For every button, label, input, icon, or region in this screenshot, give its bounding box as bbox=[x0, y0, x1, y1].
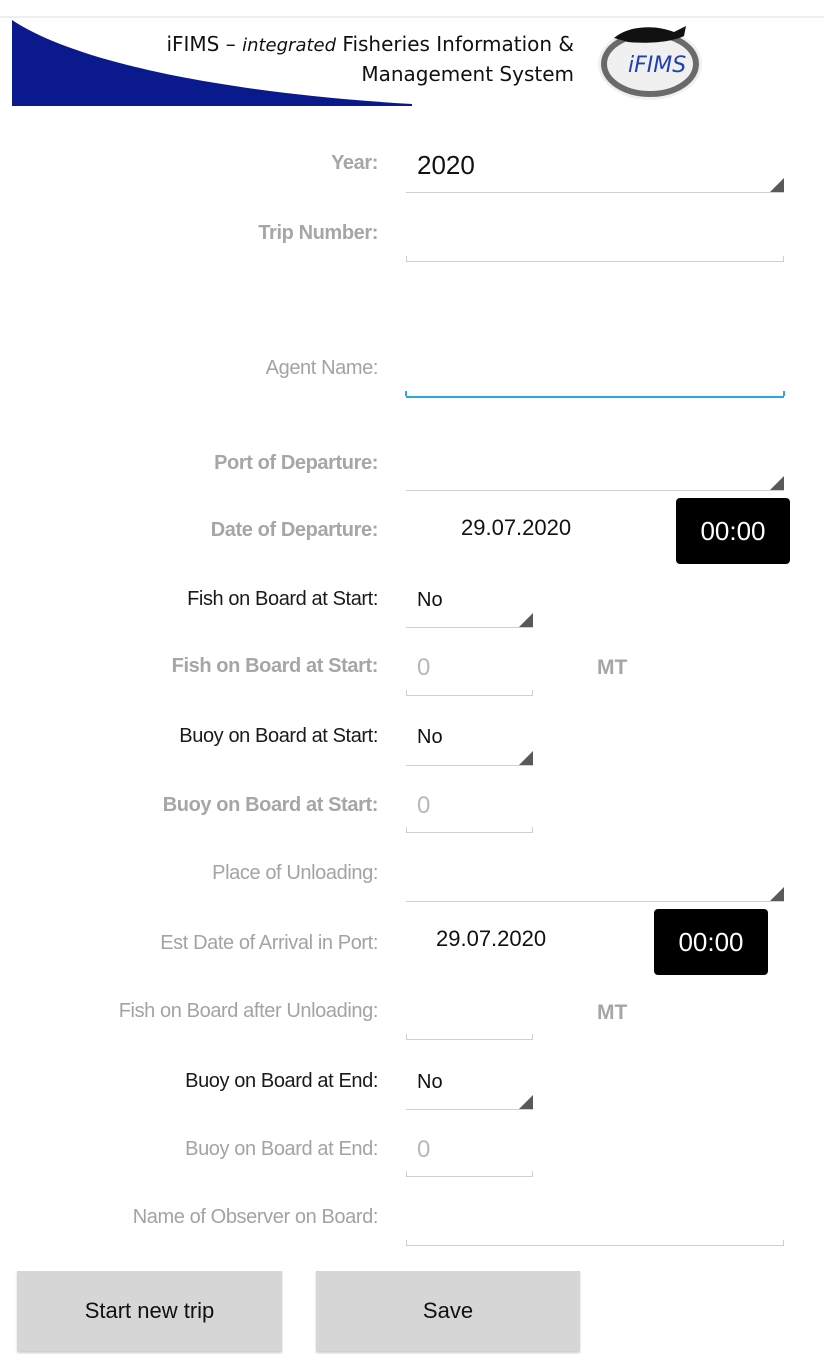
dropdown-arrow-icon bbox=[519, 751, 533, 765]
dropdown-arrow-icon bbox=[519, 613, 533, 627]
dropdown-arrow-icon bbox=[770, 476, 784, 490]
dropdown-arrow-icon bbox=[770, 887, 784, 901]
unloading-underline bbox=[406, 901, 784, 902]
est-arrival-label: Est Date of Arrival in Port: bbox=[160, 932, 378, 954]
qty-underline bbox=[406, 1176, 533, 1177]
field-tick bbox=[406, 690, 407, 695]
field-tick bbox=[406, 827, 407, 832]
buoy-qty-placeholder: 0 bbox=[417, 792, 431, 819]
buoy-end-qty-placeholder: 0 bbox=[417, 1136, 431, 1163]
date-of-departure-label: Date of Departure: bbox=[210, 519, 379, 541]
port-of-departure-label: Port of Departure: bbox=[214, 452, 378, 474]
buoy-on-board-start-qty-label: Buoy on Board at Start: bbox=[162, 794, 379, 816]
agent-name-underline-focused bbox=[406, 396, 784, 398]
dropdown-arrow-icon bbox=[519, 1095, 533, 1109]
svg-text:iFIMS: iFIMS bbox=[628, 53, 686, 78]
app-banner: iFIMS – integrated Fisheries Information… bbox=[12, 20, 744, 106]
year-value: 2020 bbox=[417, 150, 475, 180]
qty-underline bbox=[406, 832, 533, 833]
fish-on-board-start-value: No bbox=[417, 589, 443, 611]
place-of-unloading-label: Place of Unloading: bbox=[212, 862, 378, 884]
departure-time-button[interactable]: 00:00 bbox=[676, 498, 790, 564]
field-tick bbox=[783, 1240, 784, 1245]
field-tick bbox=[532, 1171, 533, 1176]
field-tick bbox=[783, 256, 784, 261]
fish-on-board-start-qty-label: Fish on Board at Start: bbox=[171, 655, 379, 677]
select-underline bbox=[406, 765, 533, 766]
field-tick bbox=[406, 1240, 407, 1245]
buoy-on-board-end-qty-label: Buoy on Board at End: bbox=[185, 1138, 378, 1160]
start-new-trip-button[interactable]: Start new trip bbox=[17, 1271, 282, 1351]
buoy-on-board-end-value: No bbox=[417, 1071, 443, 1093]
select-underline bbox=[406, 627, 533, 628]
field-tick bbox=[532, 1034, 533, 1039]
fish-on-board-start-select-label: Fish on Board at Start: bbox=[187, 588, 378, 610]
status-divider bbox=[0, 16, 824, 18]
trip-number-underline bbox=[406, 261, 784, 262]
observer-name-label: Name of Observer on Board: bbox=[132, 1206, 379, 1228]
field-tick bbox=[783, 391, 785, 396]
qty-underline bbox=[406, 695, 533, 696]
fish-start-unit: MT bbox=[597, 656, 628, 679]
fish-qty-placeholder: 0 bbox=[417, 654, 431, 681]
fish-after-unloading-label: Fish on Board after Unloading: bbox=[118, 1000, 379, 1022]
banner-title: iFIMS – integrated Fisheries Information… bbox=[166, 32, 574, 86]
field-tick bbox=[532, 690, 533, 695]
port-underline bbox=[406, 490, 784, 491]
departure-date[interactable]: 29.07.2020 bbox=[461, 515, 571, 541]
field-tick bbox=[405, 391, 407, 396]
ifims-logo: iFIMS bbox=[588, 20, 708, 106]
buoy-on-board-end-select-label: Buoy on Board at End: bbox=[185, 1070, 378, 1092]
field-tick bbox=[406, 256, 407, 261]
arrival-time-button[interactable]: 00:00 bbox=[654, 909, 768, 975]
year-label: Year: bbox=[331, 152, 378, 174]
qty-underline bbox=[406, 1039, 533, 1040]
field-tick bbox=[406, 1171, 407, 1176]
fish-after-unit: MT bbox=[597, 1001, 628, 1024]
observer-underline bbox=[406, 1245, 784, 1246]
year-underline bbox=[406, 192, 784, 193]
save-button[interactable]: Save bbox=[316, 1271, 580, 1351]
trip-number-label: Trip Number: bbox=[258, 222, 378, 244]
field-tick bbox=[532, 827, 533, 832]
agent-name-label: Agent Name: bbox=[265, 357, 379, 379]
buoy-on-board-start-select-label: Buoy on Board at Start: bbox=[179, 725, 378, 747]
arrival-date[interactable]: 29.07.2020 bbox=[436, 926, 546, 952]
select-underline bbox=[406, 1109, 533, 1110]
dropdown-arrow-icon bbox=[770, 178, 784, 192]
field-tick bbox=[406, 1034, 407, 1039]
buoy-on-board-start-value: No bbox=[417, 726, 443, 748]
